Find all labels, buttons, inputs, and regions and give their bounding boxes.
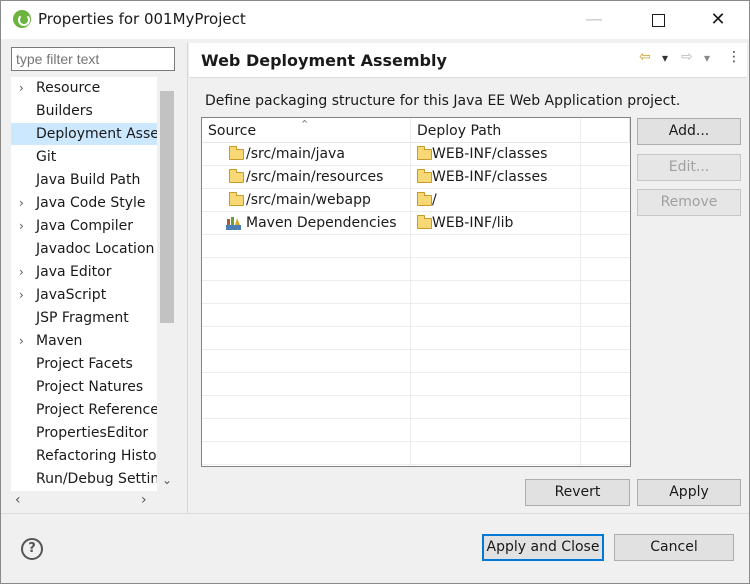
table-row [202, 304, 630, 327]
property-page-tree: ›Resource Builders Deployment Assembly G… [11, 77, 177, 491]
splitter-sash[interactable] [187, 43, 188, 513]
folder-icon [417, 215, 432, 229]
spring-app-icon [13, 10, 31, 28]
folder-icon [417, 169, 432, 183]
table-row [202, 350, 630, 373]
footer-divider [1, 513, 749, 514]
window-title: Properties for 001MyProject [38, 10, 246, 28]
tree-item-git[interactable]: Git [11, 146, 157, 168]
table-row[interactable]: /src/main/resources WEB-INF/classes [202, 166, 630, 189]
apply-and-close-button[interactable]: Apply and Close [482, 534, 604, 561]
chevron-right-icon[interactable]: › [19, 77, 24, 99]
column-header-deploy-path[interactable]: Deploy Path [411, 118, 581, 143]
table-row [202, 442, 630, 465]
table-row [202, 396, 630, 419]
table-row [202, 235, 630, 258]
folder-icon [417, 192, 432, 206]
tree-item-project-facets[interactable]: Project Facets [11, 353, 157, 375]
remove-button[interactable]: Remove [637, 189, 741, 216]
help-icon[interactable]: ? [21, 538, 43, 560]
tree-item-refactoring-history[interactable]: Refactoring History [11, 445, 157, 467]
folder-icon [229, 146, 244, 160]
forward-menu-icon[interactable]: ▾ [704, 51, 710, 65]
tree-item-builders[interactable]: Builders [11, 100, 157, 122]
page-description: Define packaging structure for this Java… [205, 93, 681, 109]
table-row[interactable]: /src/main/java WEB-INF/classes [202, 143, 630, 166]
page-header: Web Deployment Assembly ⇦ ▾ ⇨ ▾ ⋮ [189, 43, 747, 78]
edit-button[interactable]: Edit... [637, 154, 741, 181]
chevron-right-icon[interactable]: › [141, 492, 147, 508]
sort-ascending-icon: ⌃ [300, 118, 310, 131]
chevron-right-icon[interactable]: › [19, 261, 24, 283]
tree-horizontal-scrollbar[interactable]: ‹ › [11, 491, 177, 511]
table-row [202, 258, 630, 281]
tree-item-project-references[interactable]: Project References [11, 399, 157, 421]
forward-arrow-icon[interactable]: ⇨ [681, 49, 693, 65]
column-header-source[interactable]: Source ⌃ [202, 118, 411, 143]
tree-item-run-debug-settings[interactable]: Run/Debug Settings [11, 468, 157, 490]
maximize-icon [651, 13, 665, 27]
table-row[interactable]: /src/main/webapp / [202, 189, 630, 212]
back-menu-icon[interactable]: ▾ [662, 51, 668, 65]
scrollbar-thumb[interactable] [160, 91, 174, 323]
table-row [202, 281, 630, 304]
table-row [202, 419, 630, 442]
minimize-button[interactable]: — [571, 5, 617, 35]
properties-dialog: Properties for 001MyProject — ✕ ›Resourc… [0, 0, 750, 584]
view-menu-icon[interactable]: ⋮ [727, 49, 741, 65]
chevron-left-icon[interactable]: ‹ [15, 492, 21, 508]
tree-item-java-build-path[interactable]: Java Build Path [11, 169, 157, 191]
column-header-filler [581, 118, 630, 143]
revert-button[interactable]: Revert [525, 479, 630, 506]
chevron-right-icon[interactable]: › [19, 330, 24, 352]
tree-item-javadoc-location[interactable]: Javadoc Location [11, 238, 157, 260]
tree-item-jsp-fragment[interactable]: JSP Fragment [11, 307, 157, 329]
folder-icon [417, 146, 432, 160]
tree-item-java-compiler[interactable]: › Java Compiler [11, 215, 157, 237]
back-arrow-icon[interactable]: ⇦ [639, 49, 651, 65]
table-row [202, 327, 630, 350]
tree-item-java-code-style[interactable]: › Java Code Style [11, 192, 157, 214]
chevron-down-icon[interactable]: ⌄ [157, 473, 177, 491]
tree-item-project-natures[interactable]: Project Natures [11, 376, 157, 398]
add-button[interactable]: Add... [637, 118, 741, 145]
table-row[interactable]: Maven Dependencies WEB-INF/lib [202, 212, 630, 235]
tree-item-deployment-assembly[interactable]: Deployment Assembly [11, 123, 157, 145]
tree-item-java-editor[interactable]: › Java Editor [11, 261, 157, 283]
deployment-assembly-table: Source ⌃ Deploy Path /src/main/java WEB-I… [201, 117, 631, 467]
folder-icon [229, 169, 244, 183]
close-button[interactable]: ✕ [695, 5, 741, 35]
folder-icon [229, 192, 244, 206]
chevron-right-icon[interactable]: › [19, 192, 24, 214]
filter-input[interactable] [11, 47, 175, 71]
page-title: Web Deployment Assembly [201, 51, 447, 70]
tree-item-resource[interactable]: › Resource [11, 77, 157, 99]
tree-item-javascript[interactable]: › JavaScript [11, 284, 157, 306]
tree-vertical-scrollbar[interactable] [157, 77, 177, 491]
maximize-button[interactable] [635, 5, 681, 35]
title-bar: Properties for 001MyProject — ✕ [1, 1, 749, 39]
chevron-right-icon[interactable]: › [19, 284, 24, 306]
chevron-right-icon[interactable]: › [19, 215, 24, 237]
table-row [202, 373, 630, 396]
cancel-button[interactable]: Cancel [614, 534, 734, 561]
apply-button[interactable]: Apply [637, 479, 741, 506]
library-icon [226, 217, 241, 230]
tree-item-maven[interactable]: › Maven [11, 330, 157, 352]
tree-item-properties-editor[interactable]: PropertiesEditor [11, 422, 157, 444]
